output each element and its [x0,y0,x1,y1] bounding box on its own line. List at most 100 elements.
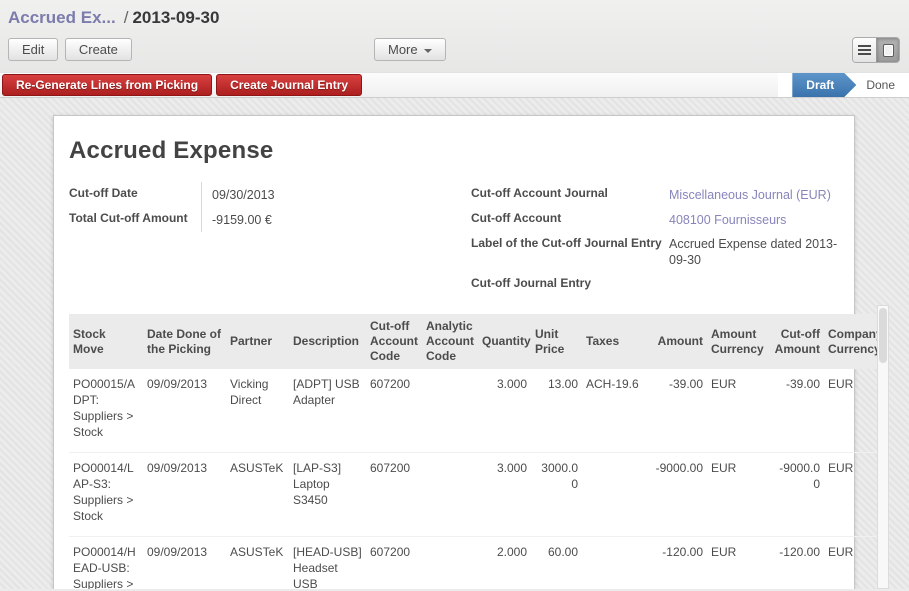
column-header: Unit Price [531,314,582,369]
column-header: Amount Currency [707,314,769,369]
field-row: Cut-off Date09/30/2013 [69,182,471,207]
action-row: Re-Generate Lines from Picking Create Jo… [0,72,909,98]
status-state-draft[interactable]: Draft [792,73,856,97]
field-group: Cut-off Date09/30/2013Total Cut-off Amou… [69,182,854,297]
table-cell [582,453,646,537]
table-cell: EUR [707,369,769,453]
table-cell: 3.000 [478,453,531,537]
field-value-box: -9159.00 € [201,207,471,232]
column-header: Date Done of the Picking [143,314,226,369]
toolbar: Edit Create More [0,34,909,70]
breadcrumb-parent-link[interactable]: Accrued Ex... [8,8,116,27]
table-cell: -9000.00 [646,453,707,537]
table-row[interactable]: PO00014/HEAD-USB: Suppliers > Stock09/09… [69,537,886,590]
table-cell: 3000.00 [531,453,582,537]
table-cell: 607200 [366,369,422,453]
field-row: Cut-off Journal Entry [471,272,854,297]
list-icon [858,45,871,55]
form-sheet: Accrued Expense Cut-off Date09/30/2013To… [53,115,855,589]
table-cell: ACH-19.6 [582,369,646,453]
edit-button[interactable]: Edit [8,38,58,61]
column-header: Stock Move [69,314,143,369]
vertical-scrollbar[interactable] [877,305,889,589]
table-cell: 607200 [366,453,422,537]
field-label: Label of the Cut-off Journal Entry [471,232,669,272]
statusbar: DraftDone [778,73,909,97]
table-row[interactable]: PO00014/LAP-S3: Suppliers > Stock09/09/2… [69,453,886,537]
table-cell: ASUSTeK [226,537,289,590]
create-journal-entry-button[interactable]: Create Journal Entry [216,74,362,96]
form-view-button[interactable] [876,38,899,62]
column-header: Description [289,314,366,369]
field-label: Cut-off Journal Entry [471,272,669,297]
page-title: Accrued Expense [69,137,854,165]
table-cell: 13.00 [531,369,582,453]
table-cell: -9000.00 [769,453,824,537]
table-row[interactable]: PO00015/ADPT: Suppliers > Stock09/09/201… [69,369,886,453]
view-switcher [852,37,900,63]
field-value-box [669,272,854,297]
table-cell: 3.000 [478,369,531,453]
table-cell: Vicking Direct [226,369,289,453]
field-column-right: Cut-off Account JournalMiscellaneous Jou… [471,182,854,297]
table-cell: ASUSTeK [226,453,289,537]
status-state-done[interactable]: Done [856,73,909,97]
field-row: Cut-off Account408100 Fournisseurs [471,207,854,232]
table-cell [422,537,478,590]
top-bar: Accrued Ex... /2013-09-30 Edit Create Mor… [0,0,909,72]
main-content: Accrued Expense Cut-off Date09/30/2013To… [0,98,909,589]
field-value: -9159.00 € [212,212,272,228]
field-value: 09/30/2013 [212,187,275,203]
list-view-button[interactable] [853,38,876,62]
table-cell: 2.000 [478,537,531,590]
column-header: Partner [226,314,289,369]
create-button[interactable]: Create [65,38,132,61]
column-header: Quantity [478,314,531,369]
table-cell: [LAP-S3] Laptop S3450 [289,453,366,537]
field-label: Cut-off Account [471,207,669,232]
field-value-link[interactable]: Miscellaneous Journal (EUR) [669,187,831,203]
column-header: Amount [646,314,707,369]
table-cell: [HEAD-USB] Headset USB [289,537,366,590]
column-header: Analytic Account Code [422,314,478,369]
table-cell: 09/09/2013 [143,453,226,537]
vertical-scrollbar-thumb[interactable] [879,308,887,363]
form-icon [883,44,894,57]
field-value: Accrued Expense dated 2013-09-30 [669,236,854,268]
field-row: Total Cut-off Amount -9159.00 € [69,207,471,232]
table-cell: 60.00 [531,537,582,590]
table-cell: -120.00 [646,537,707,590]
field-value-link[interactable]: 408100 Fournisseurs [669,212,786,228]
table-cell [582,537,646,590]
field-value-box: Miscellaneous Journal (EUR) [669,182,854,207]
field-value-box: 09/30/2013 [201,182,471,207]
field-value-box: 408100 Fournisseurs [669,207,854,232]
regenerate-lines-button[interactable]: Re-Generate Lines from Picking [2,74,212,96]
lines-table: Stock MoveDate Done of the PickingPartne… [69,314,886,589]
chevron-down-icon [424,49,432,53]
table-cell [422,453,478,537]
table-cell: 607200 [366,537,422,590]
more-button[interactable]: More [374,38,446,61]
table-cell: EUR [707,453,769,537]
breadcrumb: Accrued Ex... /2013-09-30 [0,0,909,28]
field-label: Total Cut-off Amount [69,207,201,232]
table-cell: -39.00 [769,369,824,453]
table-cell: PO00014/LAP-S3: Suppliers > Stock [69,453,143,537]
table-cell: -39.00 [646,369,707,453]
field-column-left: Cut-off Date09/30/2013Total Cut-off Amou… [69,182,471,297]
field-row: Cut-off Account JournalMiscellaneous Jou… [471,182,854,207]
table-cell: 09/09/2013 [143,369,226,453]
table-cell: 09/09/2013 [143,537,226,590]
field-label: Cut-off Account Journal [471,182,669,207]
breadcrumb-current: 2013-09-30 [132,8,219,27]
table-cell: EUR [707,537,769,590]
table-cell: PO00015/ADPT: Suppliers > Stock [69,369,143,453]
table-header-row: Stock MoveDate Done of the PickingPartne… [69,314,886,369]
table-cell [422,369,478,453]
field-value-box: Accrued Expense dated 2013-09-30 [669,232,854,272]
column-header: Cut-off Amount [769,314,824,369]
column-header: Cut-off Account Code [366,314,422,369]
breadcrumb-separator: / [124,8,129,27]
column-header: Taxes [582,314,646,369]
